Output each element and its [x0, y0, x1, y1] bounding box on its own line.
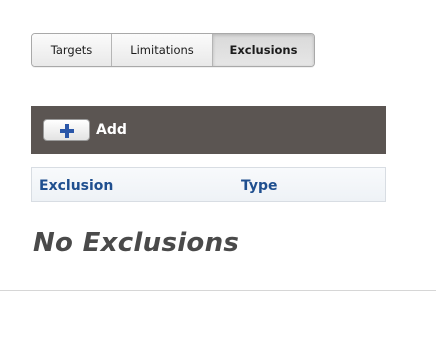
exclusions-table-header: Exclusion Type [31, 167, 386, 202]
tab-bar: Targets Limitations Exclusions [31, 33, 315, 67]
tab-targets[interactable]: Targets [32, 34, 112, 66]
tab-limitations[interactable]: Limitations [112, 34, 213, 66]
tab-exclusions[interactable]: Exclusions [213, 34, 314, 66]
add-button[interactable] [43, 119, 90, 141]
divider [0, 290, 436, 291]
action-toolbar: Add [31, 106, 386, 154]
add-label[interactable]: Add [96, 106, 127, 154]
column-header-type[interactable]: Type [241, 168, 278, 201]
exclusions-page: Targets Limitations Exclusions Add Exclu… [0, 0, 436, 350]
empty-state-message: No Exclusions [33, 228, 240, 258]
plus-icon [59, 123, 75, 139]
column-header-exclusion[interactable]: Exclusion [39, 168, 113, 201]
